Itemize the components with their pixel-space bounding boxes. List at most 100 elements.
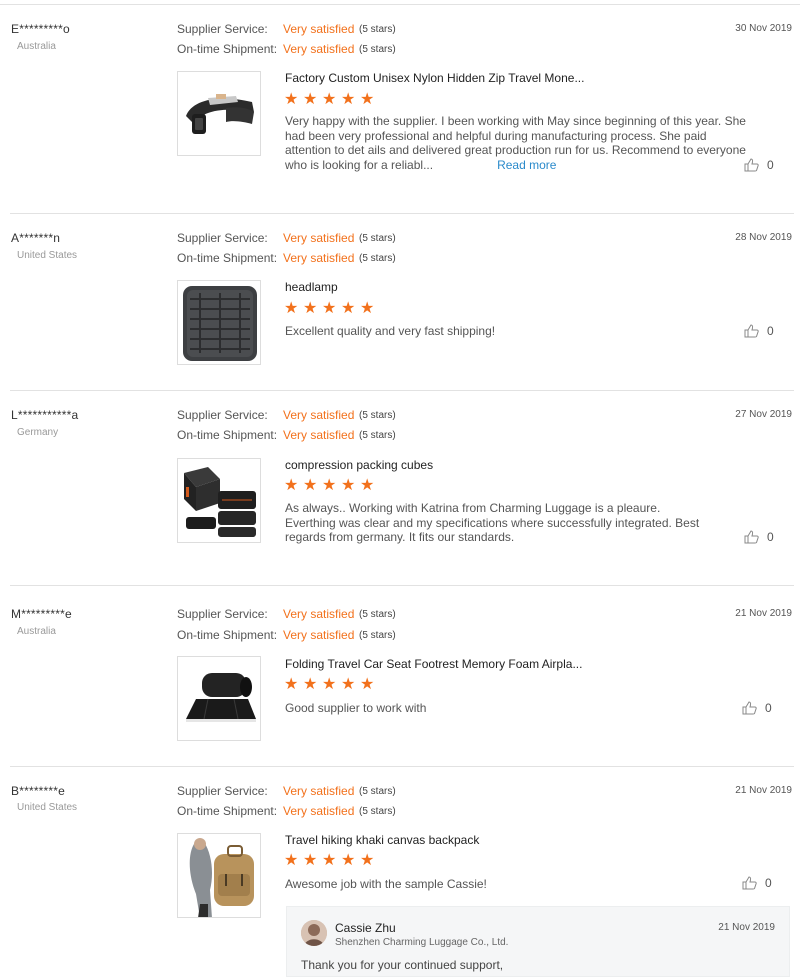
shipment-rating: Very satisfied xyxy=(283,428,355,442)
supplier-service-stars: (5 stars) xyxy=(359,609,396,620)
star-icon: ★ xyxy=(284,477,299,494)
star-icon: ★ xyxy=(341,477,356,494)
product-title[interactable]: Folding Travel Car Seat Footrest Memory … xyxy=(285,657,582,671)
like-count: 0 xyxy=(765,876,772,890)
star-icon: ★ xyxy=(341,91,356,108)
star-icon: ★ xyxy=(303,477,318,494)
star-icon: ★ xyxy=(341,676,356,693)
buyer-name: A*******n xyxy=(11,231,61,245)
product-title[interactable]: compression packing cubes xyxy=(285,458,433,472)
supplier-service-rating: Very satisfied xyxy=(283,231,355,245)
buyer-name: B********e xyxy=(11,784,66,798)
product-thumbnail[interactable] xyxy=(177,656,261,741)
footrest-image xyxy=(178,657,260,740)
shipment-rating: Very satisfied xyxy=(283,251,355,265)
product-thumbnail[interactable] xyxy=(177,458,261,543)
review-date: 30 Nov 2019 xyxy=(735,23,792,34)
star-icon: ★ xyxy=(360,852,375,869)
supplier-service-label: Supplier Service: xyxy=(177,784,268,798)
shipment-label: On-time Shipment: xyxy=(177,804,278,818)
supplier-service-rating: Very satisfied xyxy=(283,22,355,36)
supplier-service-stars: (5 stars) xyxy=(359,410,396,421)
review-text: Excellent quality and very fast shipping… xyxy=(285,324,496,338)
supplier-service-rating: Very satisfied xyxy=(283,784,355,798)
review-stars: ★ ★ ★ ★ ★ xyxy=(284,91,376,108)
like-button[interactable]: 0 xyxy=(742,876,772,890)
review-text: Good supplier to work with xyxy=(285,701,427,715)
shipment-rating: Very satisfied xyxy=(283,628,355,642)
shipment-rating: Very satisfied xyxy=(283,42,355,56)
shipment-stars: (5 stars) xyxy=(359,253,396,264)
star-icon: ★ xyxy=(303,91,318,108)
shipment-stars: (5 stars) xyxy=(359,430,396,441)
star-icon: ★ xyxy=(303,300,318,317)
like-button[interactable]: 0 xyxy=(744,158,774,172)
star-icon: ★ xyxy=(284,852,299,869)
review-date: 28 Nov 2019 xyxy=(735,232,792,243)
shipment-label: On-time Shipment: xyxy=(177,42,278,56)
like-count: 0 xyxy=(765,701,772,715)
buyer-country: United States xyxy=(17,802,78,813)
review-text: Awesome job with the sample Cassie! xyxy=(285,877,487,891)
supplier-service-stars: (5 stars) xyxy=(359,786,396,797)
like-button[interactable]: 0 xyxy=(742,701,772,715)
star-icon: ★ xyxy=(303,676,318,693)
supplier-service-stars: (5 stars) xyxy=(359,24,396,35)
backpack-image xyxy=(178,834,260,917)
money-belt-image xyxy=(178,72,260,155)
star-icon: ★ xyxy=(284,91,299,108)
product-title[interactable]: Factory Custom Unisex Nylon Hidden Zip T… xyxy=(285,71,584,85)
buyer-country: United States xyxy=(17,250,78,261)
like-button[interactable]: 0 xyxy=(744,530,774,544)
supplier-service-rating: Very satisfied xyxy=(283,607,355,621)
star-icon: ★ xyxy=(360,300,375,317)
buyer-name: M*********e xyxy=(11,607,72,621)
review-date: 21 Nov 2019 xyxy=(735,785,792,796)
like-button[interactable]: 0 xyxy=(744,324,774,338)
star-icon: ★ xyxy=(360,91,375,108)
packing-cubes-image xyxy=(178,459,260,542)
product-title[interactable]: Travel hiking khaki canvas backpack xyxy=(285,833,479,847)
like-count: 0 xyxy=(767,530,774,544)
review-divider xyxy=(10,585,794,586)
read-more-link[interactable]: Read more xyxy=(497,158,556,172)
star-icon: ★ xyxy=(322,477,337,494)
star-icon: ★ xyxy=(284,300,299,317)
shipment-label: On-time Shipment: xyxy=(177,251,278,265)
buyer-name: E*********o xyxy=(11,22,70,36)
avatar-image xyxy=(301,920,327,946)
supplier-service-rating: Very satisfied xyxy=(283,408,355,422)
star-icon: ★ xyxy=(360,676,375,693)
supplier-service-stars: (5 stars) xyxy=(359,233,396,244)
supplier-service-label: Supplier Service: xyxy=(177,607,268,621)
like-count: 0 xyxy=(767,158,774,172)
like-count: 0 xyxy=(767,324,774,338)
star-icon: ★ xyxy=(322,300,337,317)
shipment-stars: (5 stars) xyxy=(359,630,396,641)
thumbs-up-icon xyxy=(742,876,757,890)
shipment-stars: (5 stars) xyxy=(359,806,396,817)
supplier-service-label: Supplier Service: xyxy=(177,408,268,422)
star-icon: ★ xyxy=(341,852,356,869)
star-icon: ★ xyxy=(303,852,318,869)
product-thumbnail[interactable] xyxy=(177,833,261,918)
review-divider xyxy=(10,766,794,767)
review-divider xyxy=(10,213,794,214)
shipment-stars: (5 stars) xyxy=(359,44,396,55)
reply-company: Shenzhen Charming Luggage Co., Ltd. xyxy=(335,937,509,948)
star-icon: ★ xyxy=(360,477,375,494)
shipment-label: On-time Shipment: xyxy=(177,628,278,642)
supplier-service-label: Supplier Service: xyxy=(177,22,268,36)
reply-date: 21 Nov 2019 xyxy=(718,922,775,933)
reply-author: Cassie Zhu xyxy=(335,921,396,935)
review-stars: ★ ★ ★ ★ ★ xyxy=(284,852,376,869)
review-stars: ★ ★ ★ ★ ★ xyxy=(284,477,376,494)
shipment-label: On-time Shipment: xyxy=(177,428,278,442)
review-date: 27 Nov 2019 xyxy=(735,409,792,420)
buyer-country: Australia xyxy=(17,41,56,52)
product-title[interactable]: headlamp xyxy=(285,280,338,294)
product-thumbnail[interactable] xyxy=(177,71,261,156)
star-icon: ★ xyxy=(322,91,337,108)
review-text: As always.. Working with Katrina from Ch… xyxy=(285,501,700,544)
product-thumbnail[interactable] xyxy=(177,280,261,365)
